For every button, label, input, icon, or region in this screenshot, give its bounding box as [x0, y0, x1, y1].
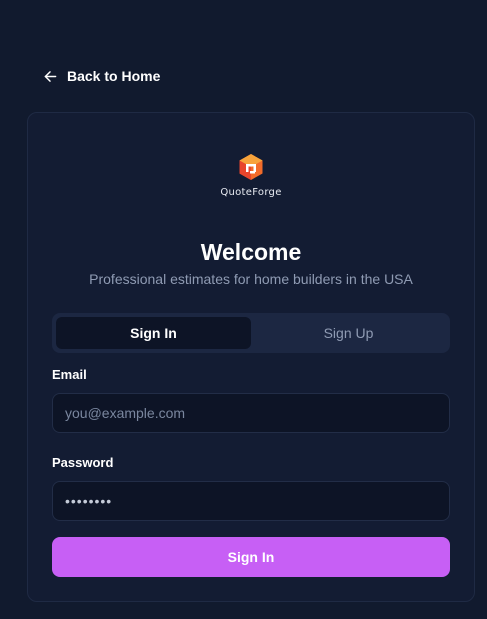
auth-tabs: Sign In Sign Up — [52, 313, 450, 353]
password-label: Password — [52, 455, 114, 470]
back-to-home-link[interactable]: Back to Home — [44, 67, 160, 85]
password-field[interactable] — [52, 481, 450, 521]
tab-sign-in[interactable]: Sign In — [56, 317, 251, 349]
page-subtitle: Professional estimates for home builders… — [89, 271, 413, 287]
quoteforge-logo-icon — [238, 153, 264, 186]
page-title: Welcome — [200, 239, 302, 265]
brand-logo: QuoteForge — [211, 153, 291, 198]
brand-name: QuoteForge — [220, 187, 282, 198]
auth-page: Back to Home QuoteForge Welcome Professi… — [0, 0, 487, 619]
arrow-left-icon — [44, 70, 57, 83]
tab-sign-up[interactable]: Sign Up — [251, 317, 446, 349]
email-field[interactable] — [52, 393, 450, 433]
sign-in-button[interactable]: Sign In — [52, 537, 450, 577]
auth-card: QuoteForge Welcome Professional estimate… — [27, 112, 475, 602]
back-to-home-label: Back to Home — [67, 68, 161, 84]
email-label: Email — [52, 367, 87, 382]
